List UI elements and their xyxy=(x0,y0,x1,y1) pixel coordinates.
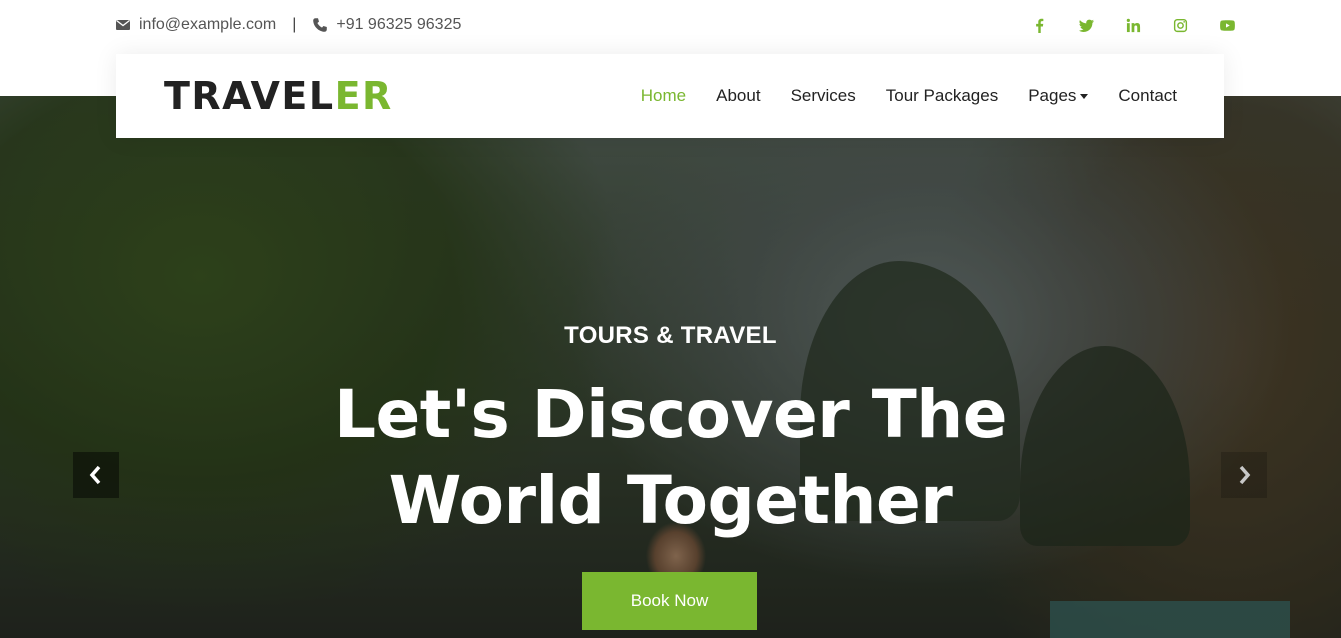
facebook-icon[interactable] xyxy=(1016,14,1063,36)
nav-item-services[interactable]: Services xyxy=(791,86,856,106)
hero-carousel: TOURS & TRAVEL Let's Discover The World … xyxy=(0,96,1341,638)
hero-caption: TOURS & TRAVEL Let's Discover The World … xyxy=(0,96,1341,638)
chevron-right-icon xyxy=(1239,465,1251,485)
contact-separator: | xyxy=(292,16,297,33)
nav-item-contact[interactable]: Contact xyxy=(1118,86,1177,106)
nav-menu: Home About Services Tour Packages Pages … xyxy=(641,54,1177,138)
nav-item-tour-packages[interactable]: Tour Packages xyxy=(886,86,998,106)
logo-main-text: TRAVEL xyxy=(164,74,335,118)
hero-title: Let's Discover The World Together xyxy=(0,372,1341,544)
caret-down-icon xyxy=(1080,93,1089,99)
nav-item-about[interactable]: About xyxy=(716,86,760,106)
hero-title-line-2: World Together xyxy=(388,462,953,539)
twitter-icon[interactable] xyxy=(1063,14,1110,36)
phone-text[interactable]: +91 96325 96325 xyxy=(336,16,461,34)
nav-item-pages-label: Pages xyxy=(1028,86,1077,105)
youtube-icon[interactable] xyxy=(1204,14,1251,36)
carousel-next-button[interactable] xyxy=(1221,452,1267,498)
logo-accent-text: ER xyxy=(334,74,393,118)
social-links xyxy=(1016,14,1251,36)
nav-item-home[interactable]: Home xyxy=(641,86,686,106)
envelope-icon xyxy=(115,17,131,33)
site-logo[interactable]: TRAVELER xyxy=(164,74,393,118)
hero-subtitle: TOURS & TRAVEL xyxy=(564,322,777,349)
main-navbar: TRAVELER Home About Services Tour Packag… xyxy=(116,54,1224,138)
hero-title-line-1: Let's Discover The xyxy=(333,376,1008,453)
instagram-icon[interactable] xyxy=(1157,14,1204,36)
carousel-prev-button[interactable] xyxy=(73,452,119,498)
nav-item-pages[interactable]: Pages xyxy=(1028,86,1089,106)
email-text[interactable]: info@example.com xyxy=(139,16,276,34)
linkedin-icon[interactable] xyxy=(1110,14,1157,36)
contact-info: info@example.com | +91 96325 96325 xyxy=(115,14,461,36)
phone-icon xyxy=(312,17,328,33)
book-now-button[interactable]: Book Now xyxy=(582,572,757,630)
chevron-left-icon xyxy=(89,465,101,485)
